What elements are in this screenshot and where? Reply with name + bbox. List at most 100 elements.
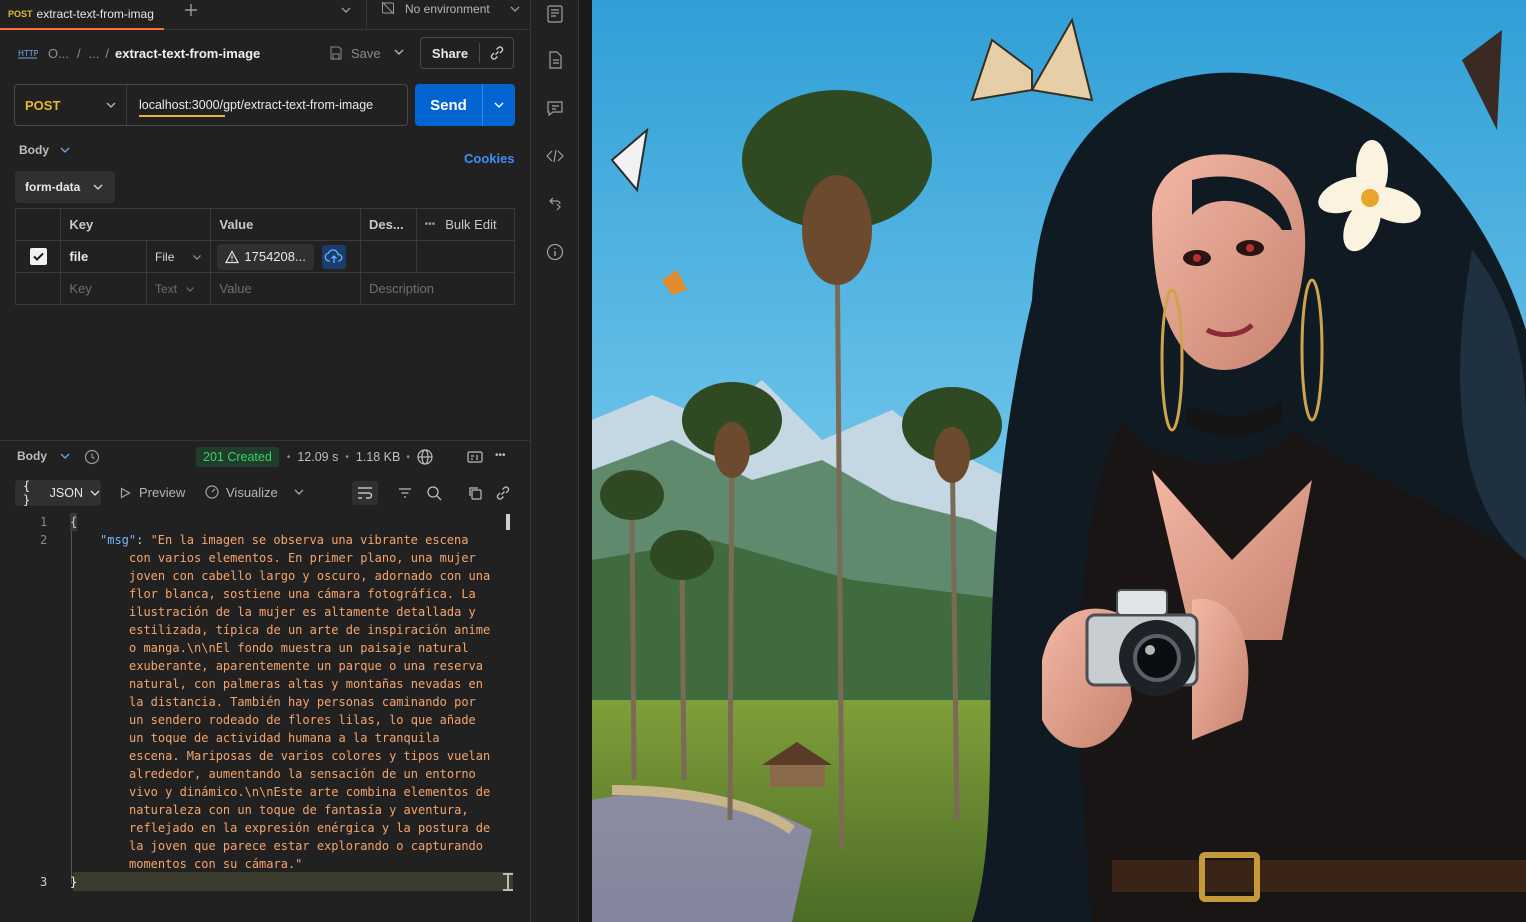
body-mode-label: form-data bbox=[25, 180, 81, 194]
wrap-lines-icon[interactable] bbox=[352, 481, 378, 505]
chevron-down-icon bbox=[185, 284, 195, 294]
more-icon: ••• bbox=[424, 219, 436, 230]
json-line: "En la imagen se observa una vibrante es… bbox=[150, 533, 469, 547]
url-text: localhost:3000/gpt/extract-text-from-ima… bbox=[139, 98, 374, 112]
breadcrumb-collection[interactable]: O... bbox=[48, 46, 69, 61]
json-key: "msg" bbox=[100, 533, 137, 547]
row-type-select[interactable]: File bbox=[155, 250, 202, 264]
save-response-icon[interactable] bbox=[466, 448, 484, 466]
globe-icon[interactable] bbox=[416, 448, 434, 466]
share-button[interactable]: Share bbox=[421, 46, 479, 61]
send-options-icon[interactable] bbox=[492, 98, 506, 112]
json-line: flor blanca, sostiene una cámara fotográ… bbox=[129, 587, 476, 601]
tab-divider bbox=[366, 0, 367, 30]
response-meta: 201 Created • 12.09 s • 1.18 KB • bbox=[196, 446, 434, 468]
url-variable-underline bbox=[139, 115, 225, 117]
format-select[interactable]: { } JSON bbox=[15, 479, 101, 507]
right-sidebar bbox=[530, 0, 578, 922]
preview-illustration bbox=[592, 0, 1526, 922]
copy-icon[interactable] bbox=[466, 484, 484, 502]
bulk-edit-button[interactable]: ••• Bulk Edit bbox=[425, 217, 506, 232]
history-icon[interactable] bbox=[83, 448, 101, 466]
more-options-icon[interactable]: ••• bbox=[495, 450, 506, 461]
json-line: momentos con su cámara." bbox=[129, 857, 303, 871]
url-input[interactable]: localhost:3000/gpt/extract-text-from-ima… bbox=[139, 97, 401, 117]
json-line: exuberante, aparentemente un parque o un… bbox=[129, 659, 484, 673]
row-type-label: File bbox=[155, 249, 175, 264]
response-code-viewer[interactable]: 1 2 3 { "msg": "En la imagen se observa … bbox=[0, 512, 530, 896]
body-tab[interactable]: Body bbox=[19, 143, 71, 157]
file-chip[interactable]: 1754208... bbox=[217, 243, 314, 270]
save-options-icon[interactable] bbox=[392, 45, 406, 59]
type-select-placeholder[interactable]: Text bbox=[155, 282, 202, 296]
chevron-down-icon bbox=[293, 486, 305, 498]
code-icon[interactable] bbox=[545, 146, 565, 166]
share-button-group: Share bbox=[420, 37, 514, 69]
json-line: un toque de actividad humana a la tranqu… bbox=[129, 731, 440, 745]
json-line: o manga.\n\nEl fondo muestra un paisaje … bbox=[129, 641, 469, 655]
response-divider[interactable] bbox=[0, 440, 530, 441]
status-badge[interactable]: 201 Created bbox=[196, 447, 279, 467]
chevron-down-icon bbox=[508, 2, 522, 16]
form-data-table: Key Value Des... ••• Bulk Edit file File bbox=[14, 208, 516, 305]
braces-icon: { } bbox=[23, 479, 31, 507]
body-mode-select[interactable]: form-data bbox=[15, 171, 115, 203]
environment-selector[interactable]: No environment bbox=[380, 0, 528, 18]
search-icon[interactable] bbox=[425, 484, 443, 502]
preview-tab[interactable]: Preview bbox=[119, 485, 185, 500]
warning-icon bbox=[225, 249, 240, 264]
json-line: joven con cabello largo y oscuro, adorna… bbox=[129, 569, 491, 583]
documentation-icon[interactable] bbox=[545, 4, 565, 24]
copy-link-icon[interactable] bbox=[488, 44, 506, 62]
play-icon bbox=[119, 486, 131, 499]
response-size[interactable]: 1.18 KB bbox=[356, 450, 400, 464]
link-icon[interactable] bbox=[494, 484, 512, 502]
row-key[interactable]: file bbox=[60, 240, 148, 273]
filter-icon[interactable] bbox=[397, 485, 413, 501]
window-divider[interactable] bbox=[578, 0, 592, 922]
tabs-dropdown-icon[interactable] bbox=[338, 2, 354, 18]
chevron-down-icon bbox=[89, 487, 101, 499]
cookies-link[interactable]: Cookies bbox=[464, 151, 515, 166]
breadcrumb-folder[interactable]: ... bbox=[89, 46, 100, 61]
row-enabled-checkbox[interactable] bbox=[29, 248, 47, 266]
format-label: JSON bbox=[49, 486, 83, 500]
chevron-down-icon bbox=[104, 98, 118, 112]
request-panel: POST extract-text-from-imag No environme… bbox=[0, 0, 530, 922]
method-select[interactable]: POST bbox=[15, 85, 127, 125]
preview-label: Preview bbox=[139, 485, 186, 500]
json-string-continuation: con varios elementos. En primer plano, u… bbox=[100, 549, 500, 873]
open-brace: { bbox=[70, 513, 78, 531]
comments-icon[interactable] bbox=[545, 98, 565, 118]
description-placeholder[interactable]: Description bbox=[359, 272, 516, 305]
visualize-icon bbox=[204, 484, 220, 500]
json-line: naturaleza con un toque de fantasía y av… bbox=[129, 803, 469, 817]
json-line: alrededor, aumentando la sensación de un… bbox=[129, 767, 476, 781]
value-placeholder[interactable]: Value bbox=[210, 272, 361, 305]
save-button[interactable]: Save bbox=[328, 41, 381, 65]
json-line: ilustración de la mujer es altamente det… bbox=[129, 605, 476, 619]
save-icon bbox=[328, 45, 344, 61]
notes-icon[interactable] bbox=[545, 50, 565, 70]
request-tab[interactable]: POST extract-text-from-imag bbox=[0, 0, 164, 30]
json-line: estilizada, típica de un arte de inspira… bbox=[129, 623, 491, 637]
response-body-label: Body bbox=[17, 449, 47, 463]
key-placeholder[interactable]: Key bbox=[60, 272, 148, 305]
request-title[interactable]: extract-text-from-image bbox=[115, 46, 260, 61]
current-line-highlight bbox=[73, 872, 513, 891]
scrollbar-thumb[interactable] bbox=[506, 514, 510, 530]
bulk-edit-label: Bulk Edit bbox=[445, 217, 497, 232]
send-button[interactable]: Send bbox=[415, 97, 482, 114]
anime-woman-illustration bbox=[592, 0, 1526, 922]
type-placeholder-label: Text bbox=[155, 281, 178, 296]
visualize-tab[interactable]: Visualize bbox=[204, 484, 305, 500]
response-time[interactable]: 12.09 s bbox=[297, 450, 338, 464]
tab-method: POST bbox=[8, 9, 33, 19]
upload-cloud-icon[interactable] bbox=[321, 244, 346, 269]
response-body-tab[interactable]: Body bbox=[17, 449, 71, 463]
info-icon[interactable] bbox=[545, 242, 565, 262]
line-number-1: 1 bbox=[40, 515, 48, 529]
new-tab-icon[interactable] bbox=[182, 1, 200, 19]
related-collections-icon[interactable] bbox=[545, 194, 565, 214]
save-label: Save bbox=[351, 45, 381, 61]
